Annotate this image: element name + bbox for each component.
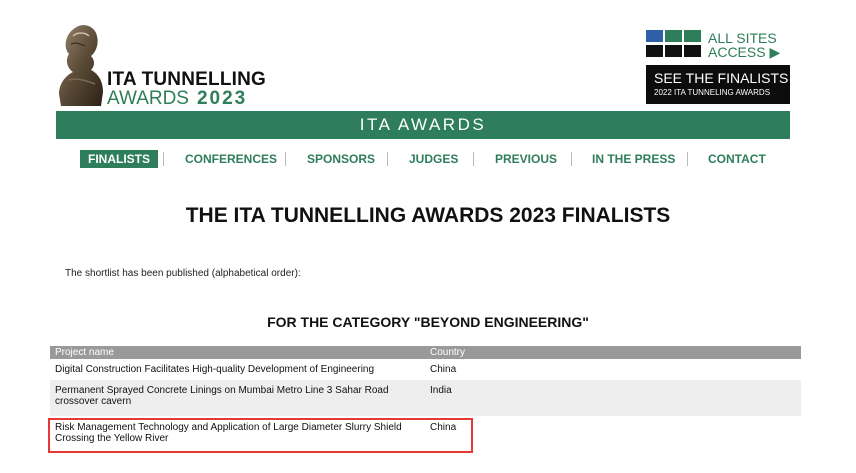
bust-statue-icon <box>59 25 103 106</box>
table-row: Permanent Sprayed Concrete Linings on Mu… <box>50 380 801 416</box>
project-name-cell: Digital Construction Facilitates High-qu… <box>55 364 375 375</box>
column-header-project-name: Project name <box>55 347 114 358</box>
access-label: ACCESS ▶ <box>708 44 781 60</box>
nav-separator <box>285 152 286 166</box>
sites-grid-icon <box>646 30 702 58</box>
nav-separator <box>473 152 474 166</box>
all-sites-access-link[interactable]: ALL SITES ACCESS ▶ <box>646 30 790 60</box>
nav-item-finalists[interactable]: FINALISTS <box>80 150 158 168</box>
nav-item-previous[interactable]: PREVIOUS <box>495 150 557 168</box>
table-header: Project name Country <box>50 346 801 359</box>
nav-item-sponsors[interactable]: SPONSORS <box>307 150 375 168</box>
nav-item-contact[interactable]: CONTACT <box>708 150 766 168</box>
ita-tunnelling-awards-logo[interactable]: ITA TUNNELLING AWARDS 2023 <box>55 22 266 110</box>
nav-separator <box>163 152 164 166</box>
ita-awards-banner: ITA AWARDS <box>56 111 790 139</box>
logo-subtitle: AWARDS 2023 <box>107 88 247 110</box>
highlight-box <box>48 418 473 453</box>
page-title: THE ITA TUNNELLING AWARDS 2023 FINALISTS <box>185 204 671 227</box>
nav-item-in-the-press[interactable]: IN THE PRESS <box>592 150 675 168</box>
logo-year: 2023 <box>196 88 248 109</box>
see-the-finalists-button[interactable]: SEE THE FINALISTS ▸ 2022 ITA TUNNELING A… <box>646 65 799 104</box>
main-nav: FINALISTS CONFERENCES SPONSORS JUDGES PR… <box>56 150 790 168</box>
finalists-year-label: 2022 ITA TUNNELING AWARDS <box>654 88 771 97</box>
category-heading: FOR THE CATEGORY "BEYOND ENGINEERING" <box>267 314 589 330</box>
finalists-table: Project name Country Digital Constructio… <box>48 346 801 453</box>
column-header-country: Country <box>430 347 466 358</box>
country-cell: India <box>430 385 452 396</box>
see-finalists-label: SEE THE FINALISTS ▸ <box>654 70 800 86</box>
nav-item-judges[interactable]: JUDGES <box>409 150 458 168</box>
nav-separator <box>687 152 688 166</box>
logo-awards-text: AWARDS <box>107 88 189 109</box>
nav-separator <box>571 152 572 166</box>
project-name-cell: Permanent Sprayed Concrete Linings on Mu… <box>55 385 389 407</box>
all-sites-label: ALL SITES <box>708 30 777 46</box>
nav-item-conferences[interactable]: CONFERENCES <box>185 150 277 168</box>
intro-text: The shortlist has been published (alphab… <box>65 268 301 279</box>
country-cell: China <box>430 364 457 375</box>
table-row: Digital Construction Facilitates High-qu… <box>50 359 801 380</box>
nav-separator <box>387 152 388 166</box>
